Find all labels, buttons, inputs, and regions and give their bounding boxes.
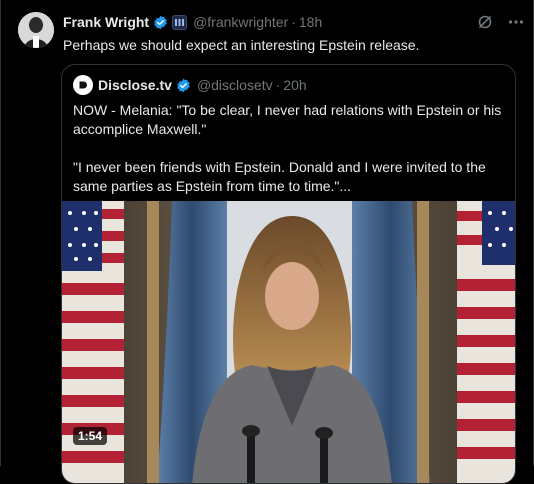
video-frame <box>62 201 515 483</box>
verified-badge-icon <box>176 78 191 93</box>
timeline-frame: Frank Wright @frankwrighter · 18h Perhap… <box>0 0 534 484</box>
quoted-author-handle[interactable]: @disclosetv <box>197 77 273 93</box>
quoted-header: Disclose.tv @disclosetv · 20h <box>73 75 307 95</box>
video-player[interactable]: 1:54 <box>62 201 515 483</box>
quoted-author-name[interactable]: Disclose.tv <box>98 77 172 93</box>
quoted-paragraph-2: "I never been friends with Epstein. Dona… <box>73 159 486 194</box>
quoted-avatar[interactable] <box>73 75 93 95</box>
affiliation-badge-icon[interactable] <box>172 14 188 30</box>
separator-dot: · <box>291 14 296 30</box>
quoted-post-card[interactable]: Disclose.tv @disclosetv · 20h NOW - Mela… <box>61 64 516 484</box>
separator-dot: · <box>275 77 281 93</box>
quoted-paragraph-1: NOW - Melania: "To be clear, I never had… <box>73 102 502 137</box>
author-name[interactable]: Frank Wright <box>63 14 149 30</box>
more-icon[interactable] <box>507 13 525 31</box>
post-header: Frank Wright @frankwrighter · 18h <box>63 12 322 32</box>
quoted-text: NOW - Melania: "To be clear, I never had… <box>73 101 509 196</box>
author-avatar[interactable] <box>18 12 54 48</box>
quoted-time[interactable]: 20h <box>283 77 306 93</box>
author-handle[interactable]: @frankwrighter <box>193 14 288 30</box>
grok-icon[interactable] <box>477 14 493 30</box>
post-time[interactable]: 18h <box>299 14 322 30</box>
verified-badge-icon <box>153 15 168 30</box>
video-duration-badge: 1:54 <box>73 427 108 445</box>
post-text: Perhaps we should expect an interesting … <box>63 37 420 53</box>
